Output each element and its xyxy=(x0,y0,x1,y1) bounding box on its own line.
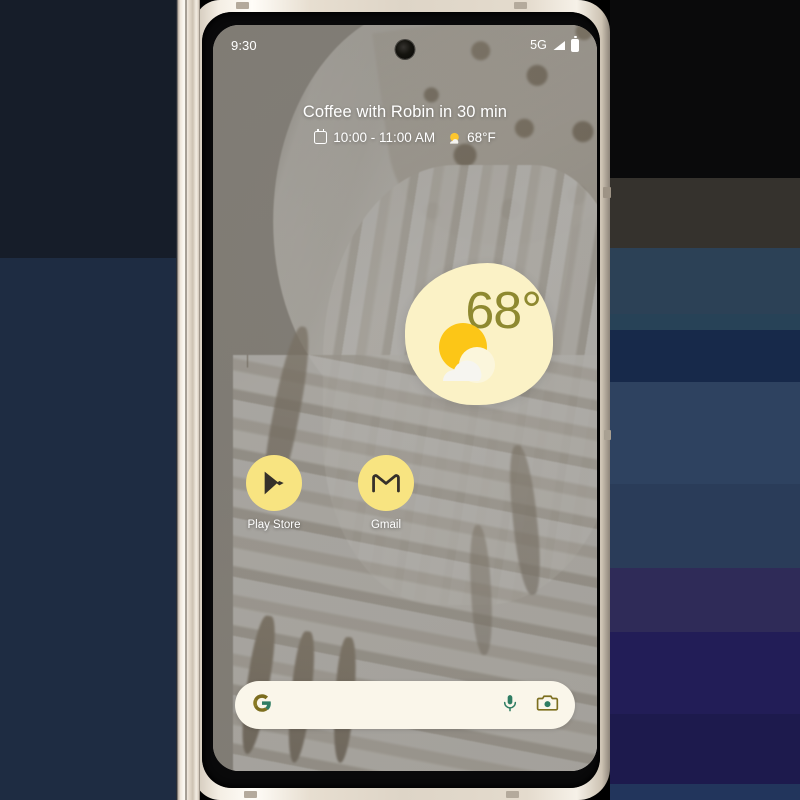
side-button-power[interactable] xyxy=(604,430,611,440)
play-store-icon[interactable] xyxy=(246,455,302,511)
background-band xyxy=(610,314,800,330)
antenna-notch-top-right xyxy=(514,2,527,9)
phone-hinge xyxy=(176,0,200,800)
background-band xyxy=(0,0,176,258)
hinge-seam xyxy=(185,0,187,800)
google-lens-icon[interactable] xyxy=(536,693,559,718)
background-right-bands xyxy=(610,0,800,800)
background-band xyxy=(610,484,800,568)
glance-temperature: 68°F xyxy=(467,130,496,145)
background-band xyxy=(610,178,800,248)
gmail-icon[interactable] xyxy=(358,455,414,511)
search-input[interactable] xyxy=(283,697,500,713)
glance-title: Coffee with Robin in 30 min xyxy=(302,103,508,121)
phone-device: 9:30 5G Coffee with Robin in 30 min 10:0… xyxy=(176,0,611,800)
antenna-notch-bottom-left xyxy=(244,791,257,798)
battery-icon xyxy=(571,36,579,52)
background-band xyxy=(610,0,800,178)
glance-time-range: 10:00 - 11:00 AM xyxy=(333,130,436,145)
antenna-notch-top-left xyxy=(236,2,249,9)
signal-bars-icon xyxy=(553,40,565,50)
sun-behind-cloud-icon xyxy=(431,321,507,383)
app-play-store[interactable]: Play Store xyxy=(237,455,311,531)
background-band xyxy=(610,714,800,784)
google-g-icon xyxy=(251,692,273,719)
microphone-icon[interactable] xyxy=(500,693,520,718)
background-band xyxy=(610,330,800,382)
app-gmail[interactable]: Gmail xyxy=(349,455,423,531)
background-band xyxy=(610,248,800,314)
side-button-volume[interactable] xyxy=(603,187,611,198)
front-camera-punch-hole-icon xyxy=(395,40,415,59)
background-band xyxy=(610,568,800,632)
app-grid: Play Store Gmail xyxy=(213,455,597,531)
antenna-notch-bottom-right xyxy=(506,791,519,798)
status-time: 9:30 xyxy=(231,37,257,53)
background-band xyxy=(610,632,800,714)
sun-cloud-icon xyxy=(447,131,461,145)
at-a-glance-widget[interactable]: Coffee with Robin in 30 min 10:00 - 11:0… xyxy=(213,103,597,145)
background-band xyxy=(610,382,800,484)
background-band xyxy=(610,784,800,800)
weather-widget[interactable]: 68° xyxy=(405,263,553,405)
google-search-bar[interactable] xyxy=(235,681,575,729)
app-label: Gmail xyxy=(370,519,402,531)
calendar-icon xyxy=(314,129,328,144)
phone-screen: 9:30 5G Coffee with Robin in 30 min 10:0… xyxy=(213,25,597,771)
background-left-bands xyxy=(0,0,176,800)
background-band xyxy=(0,258,176,800)
app-label: Play Store xyxy=(247,519,301,531)
status-network-label: 5G xyxy=(530,38,547,52)
